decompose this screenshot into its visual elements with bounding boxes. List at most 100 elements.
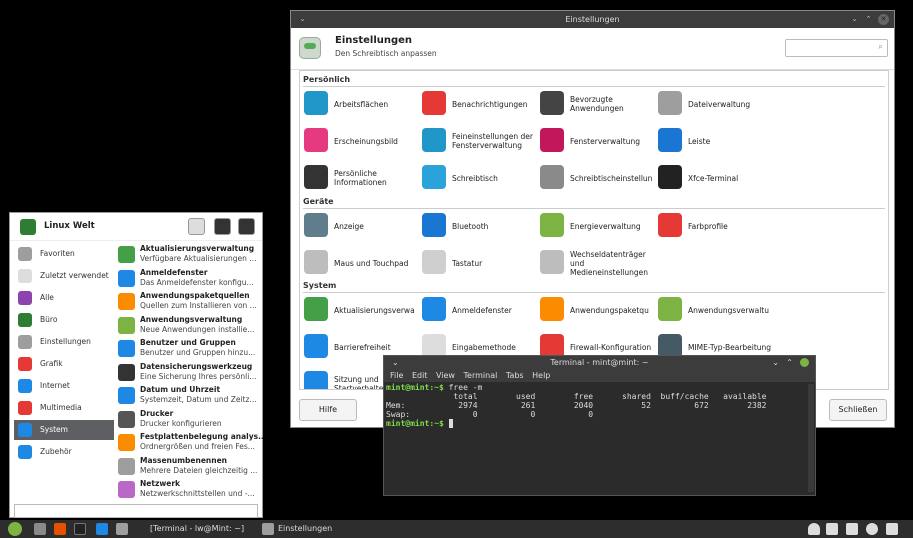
terminal-titlebar[interactable]: ⌄ Terminal - mint@mint: ~ ⌄ ⌃ <box>384 356 815 369</box>
settings-item[interactable]: Anmeldefenster <box>422 295 540 325</box>
task-terminal[interactable]: [Terminal - lw@Mint: ~] <box>150 522 244 536</box>
app-icon <box>118 363 135 381</box>
category-item[interactable]: Internet <box>14 376 114 396</box>
category-item[interactable]: Büro <box>14 310 114 330</box>
settings-item[interactable]: Persönliche Informationen <box>304 163 422 193</box>
app-item[interactable]: Datum und Uhrzeit Systemzeit, Datum und Z… <box>116 384 262 408</box>
settings-item[interactable]: Dateiverwaltung <box>658 89 776 119</box>
category-item[interactable]: Multimedia <box>14 398 114 418</box>
settings-header: Einstellungen Den Schreibtisch anpassen … <box>291 28 894 70</box>
settings-item-label: Anwendungsverwaltu <box>688 305 769 315</box>
app-description: Systemzeit, Datum und Zeitz... <box>140 395 257 404</box>
settings-item[interactable]: Tastatur <box>422 248 540 278</box>
settings-item[interactable]: Fensterverwaltung <box>540 126 658 156</box>
application-menu: Linux Welt Favoriten Zuletzt verwendet All… <box>9 212 264 518</box>
app-item[interactable]: Festplattenbelegung analys... Ordnergröße… <box>116 431 264 455</box>
display-icon[interactable] <box>846 523 858 535</box>
settings-item-icon <box>304 371 328 389</box>
settings-toggle-icon <box>299 37 321 59</box>
settings-item[interactable]: Wechseldatenträger und Medieneinstellung… <box>540 248 658 278</box>
settings-item[interactable]: Energieverwaltung <box>540 211 658 241</box>
settings-item[interactable]: Leiste <box>658 126 776 156</box>
terminal-scrollbar[interactable] <box>808 384 814 492</box>
settings-item[interactable]: Schreibtisch <box>422 163 540 193</box>
app-item[interactable]: Anwendungspaketquellen Quellen zum Instal… <box>116 290 262 314</box>
minimize-icon[interactable]: ⌄ <box>772 356 779 369</box>
files-icon[interactable] <box>116 523 128 535</box>
menu-file[interactable]: File <box>390 371 403 380</box>
terminal-launcher-icon[interactable] <box>74 523 86 535</box>
menu-help[interactable]: Help <box>532 371 550 380</box>
task-settings[interactable]: Einstellungen <box>278 522 332 536</box>
settings-item[interactable]: Bevorzugte Anwendungen <box>540 89 658 119</box>
lock-screen-icon[interactable] <box>214 218 231 235</box>
help-button[interactable]: Hilfe <box>299 399 357 421</box>
app-name: Drucker <box>140 408 174 418</box>
category-item[interactable]: Zuletzt verwendet <box>14 266 114 286</box>
shield-icon[interactable] <box>826 523 838 535</box>
settings-item[interactable]: Farbprofile <box>658 211 776 241</box>
menu-view[interactable]: View <box>436 371 455 380</box>
settings-item[interactable]: Anwendungsverwaltu <box>658 295 776 325</box>
category-item[interactable]: Favoriten <box>14 244 114 264</box>
notification-bell-icon[interactable] <box>808 523 820 535</box>
settings-manager-icon[interactable] <box>188 218 205 235</box>
settings-item[interactable]: Maus und Touchpad <box>304 248 422 278</box>
settings-item[interactable]: Erscheinungsbild <box>304 126 422 156</box>
maximize-icon[interactable]: ⌃ <box>786 356 793 369</box>
settings-item[interactable]: Arbeitsflächen <box>304 89 422 119</box>
category-item[interactable]: System <box>14 420 114 440</box>
app-item[interactable]: Anwendungsverwaltung Neue Anwendungen ins… <box>116 314 262 338</box>
free-header: total used free shared buff/cache availa… <box>386 392 767 401</box>
close-icon[interactable]: ✕ <box>878 14 889 25</box>
settings-titlebar[interactable]: ⌄ Einstellungen ⌄ ⌃ ✕ <box>291 11 894 28</box>
screenshot-icon[interactable] <box>96 523 108 535</box>
close-icon[interactable] <box>800 358 809 367</box>
settings-item-label: Leiste <box>688 136 711 146</box>
settings-item-icon <box>304 334 328 358</box>
app-item[interactable]: Anmeldefenster Das Anmeldefenster konfigu… <box>116 267 262 291</box>
maximize-icon[interactable]: ⌃ <box>863 14 874 25</box>
minimize-icon[interactable]: ⌄ <box>849 14 860 25</box>
terminal-window[interactable]: ⌄ Terminal - mint@mint: ~ ⌄ ⌃ File Edit … <box>383 355 816 496</box>
appmenu-search-input[interactable] <box>14 504 258 518</box>
app-item[interactable]: Datensicherungswerkzeug Eine Sicherung Ih… <box>116 361 262 385</box>
settings-header-title: Einstellungen <box>335 35 413 46</box>
category-item[interactable]: Grafik <box>14 354 114 374</box>
volume-icon[interactable] <box>886 523 898 535</box>
settings-item-icon <box>304 213 328 237</box>
mint-menu-icon[interactable] <box>8 522 22 536</box>
firefox-icon[interactable] <box>54 523 66 535</box>
app-item[interactable]: Netzwerk Netzwerkschnittstellen und -... <box>116 478 262 502</box>
terminal-output[interactable]: mint@mint:~$ free -m total used free sha… <box>386 383 806 493</box>
menu-terminal[interactable]: Terminal <box>464 371 498 380</box>
settings-item-label: Arbeitsflächen <box>334 99 389 109</box>
settings-item[interactable]: Bluetooth <box>422 211 540 241</box>
settings-item[interactable]: Benachrichtigungen <box>422 89 540 119</box>
settings-header-subtitle: Den Schreibtisch anpassen <box>335 49 437 58</box>
swap-values: 0 0 0 <box>410 410 594 419</box>
show-desktop-icon[interactable] <box>34 523 46 535</box>
settings-item[interactable]: Xfce-Terminal <box>658 163 776 193</box>
window-menu-icon[interactable]: ⌄ <box>392 356 399 369</box>
logout-icon[interactable] <box>238 218 255 235</box>
app-item[interactable]: Benutzer und Gruppen Benutzer und Gruppen… <box>116 337 262 361</box>
settings-item[interactable]: Anzeige <box>304 211 422 241</box>
window-menu-icon[interactable]: ⌄ <box>297 14 308 25</box>
app-item[interactable]: Drucker Drucker konfigurieren <box>116 408 262 432</box>
settings-item[interactable]: Anwendungspaketqu <box>540 295 658 325</box>
category-item[interactable]: Einstellungen <box>14 332 114 352</box>
category-item[interactable]: Alle <box>14 288 114 308</box>
app-item[interactable]: Aktualisierungsverwaltung Verfügbare Aktu… <box>116 243 262 267</box>
app-item[interactable]: Massenumbenennen Mehrere Dateien gleichze… <box>116 455 262 479</box>
network-icon[interactable] <box>866 523 878 535</box>
menu-tabs[interactable]: Tabs <box>506 371 524 380</box>
settings-search-input[interactable]: ⌕ <box>785 39 888 57</box>
settings-item[interactable]: Feineinstellungen der Fensterverwaltung <box>422 126 540 156</box>
app-description: Das Anmeldefenster konfigu... <box>140 277 254 287</box>
category-item[interactable]: Zubehör <box>14 442 114 462</box>
settings-item[interactable]: Schreibtischeinstellun <box>540 163 658 193</box>
menu-edit[interactable]: Edit <box>412 371 428 380</box>
close-button[interactable]: Schließen <box>829 399 887 421</box>
settings-item[interactable]: Aktualisierungsverwa <box>304 295 422 325</box>
